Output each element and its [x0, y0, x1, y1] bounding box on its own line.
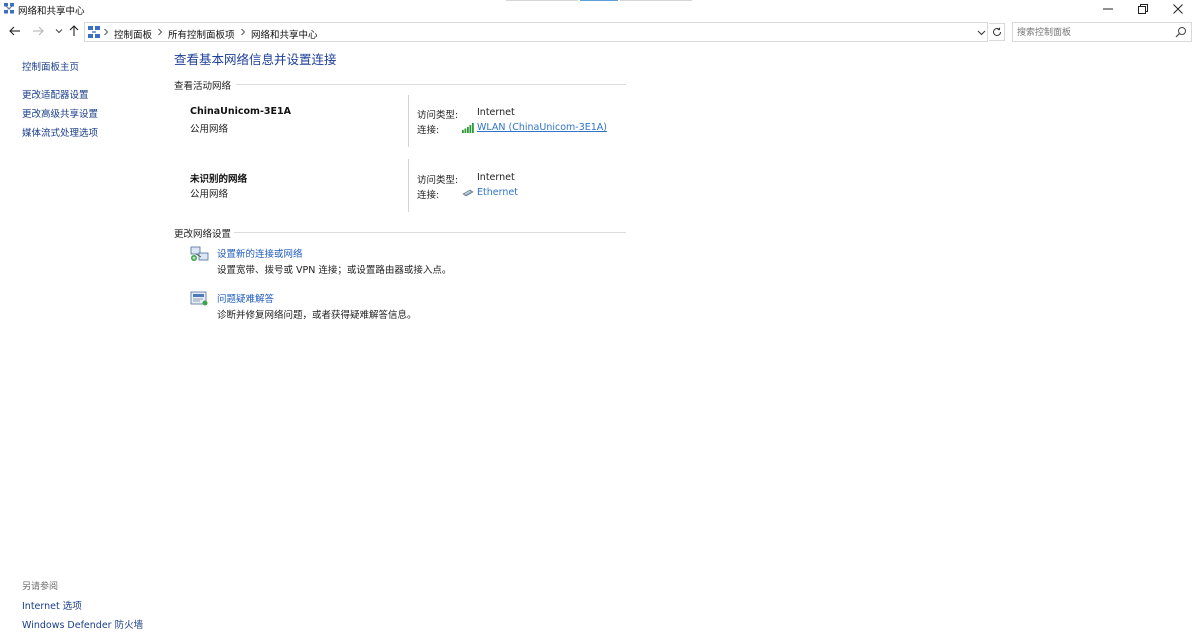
- wlan-connection-link[interactable]: WLAN (ChinaUnicom-3E1A): [477, 122, 607, 133]
- search-input[interactable]: [1017, 25, 1167, 40]
- change-settings-heading: 更改网络设置: [174, 229, 232, 240]
- troubleshoot-icon: [190, 291, 208, 306]
- wifi-signal-icon: [462, 123, 474, 133]
- network-type: 公用网络: [190, 189, 229, 200]
- breadcrumb-all-items[interactable]: 所有控制面板项: [168, 27, 235, 41]
- main-content: 查看基本网络信息并设置连接 查看活动网络 ChinaUnicom-3E1A 公用…: [0, 47, 1200, 644]
- access-type-value: Internet: [477, 107, 515, 118]
- new-connection-icon: [190, 246, 209, 261]
- address-bar[interactable]: 控制面板 所有控制面板项 网络和共享中心: [84, 22, 988, 42]
- connection-label: 连接:: [417, 190, 440, 201]
- recent-locations-button[interactable]: [52, 24, 66, 38]
- arrow-left-icon: [9, 26, 20, 36]
- troubleshoot-link[interactable]: 问题疑难解答: [217, 291, 274, 305]
- arrow-right-icon: [33, 26, 44, 36]
- setup-new-connection-link[interactable]: 设置新的连接或网络: [217, 246, 303, 260]
- refresh-button[interactable]: [989, 23, 1005, 41]
- close-button[interactable]: [1160, 0, 1196, 18]
- navigation-bar: 控制面板 所有控制面板项 网络和共享中心: [0, 21, 1200, 43]
- ethernet-connection-link[interactable]: Ethernet: [477, 187, 518, 198]
- network-divider: [408, 159, 409, 212]
- ethernet-icon: [462, 189, 474, 197]
- chevron-right-icon[interactable]: [156, 27, 164, 37]
- connection-label: 连接:: [417, 125, 440, 136]
- active-networks-heading: 查看活动网络: [174, 81, 232, 92]
- task-description: 诊断并修复网络问题，或者获得疑难解答信息。: [217, 310, 417, 321]
- chevron-right-icon[interactable]: [102, 27, 110, 37]
- search-icon[interactable]: [1175, 26, 1187, 38]
- title-bar: 网络和共享中心: [0, 0, 1200, 18]
- task-description: 设置宽带、拨号或 VPN 连接；或设置路由器或接入点。: [217, 265, 452, 276]
- minimize-button[interactable]: [1090, 0, 1126, 18]
- network-sharing-center-window: 网络和共享中心 控制面板 所有控制面板项 网络和共享中心 搜索控制面板 控制面板…: [0, 0, 1200, 644]
- page-title: 查看基本网络信息并设置连接: [174, 52, 337, 67]
- window-title: 网络和共享中心: [18, 6, 85, 17]
- top-edge-mark: [506, 0, 578, 1]
- back-button[interactable]: [8, 24, 22, 38]
- network-sharing-icon: [4, 3, 14, 14]
- top-edge-mark: [580, 0, 618, 1]
- refresh-icon: [992, 27, 1001, 37]
- breadcrumb-network-center[interactable]: 网络和共享中心: [251, 27, 318, 41]
- close-icon: [1173, 4, 1183, 14]
- access-type-value: Internet: [477, 172, 515, 183]
- chevron-down-icon: [977, 30, 985, 35]
- minimize-icon: [1103, 8, 1113, 10]
- search-box[interactable]: [1012, 22, 1192, 42]
- chevron-right-icon[interactable]: [239, 27, 247, 37]
- access-type-label: 访问类型:: [417, 175, 459, 186]
- address-dropdown-button[interactable]: [975, 26, 987, 38]
- section-divider: [236, 84, 626, 85]
- forward-button[interactable]: [31, 24, 45, 38]
- restore-button[interactable]: [1125, 0, 1161, 18]
- breadcrumb-control-panel[interactable]: 控制面板: [114, 27, 152, 41]
- control-panel-icon: [88, 26, 100, 38]
- top-edge-mark: [620, 0, 692, 1]
- arrow-up-icon: [69, 25, 79, 36]
- network-divider: [408, 95, 409, 147]
- access-type-label: 访问类型:: [417, 110, 459, 121]
- network-name: 未识别的网络: [190, 174, 248, 185]
- section-divider: [234, 232, 626, 233]
- network-type: 公用网络: [190, 124, 229, 135]
- chevron-down-icon: [55, 29, 63, 34]
- network-name: ChinaUnicom-3E1A: [190, 106, 291, 117]
- restore-icon: [1138, 4, 1148, 14]
- up-button[interactable]: [67, 24, 81, 38]
